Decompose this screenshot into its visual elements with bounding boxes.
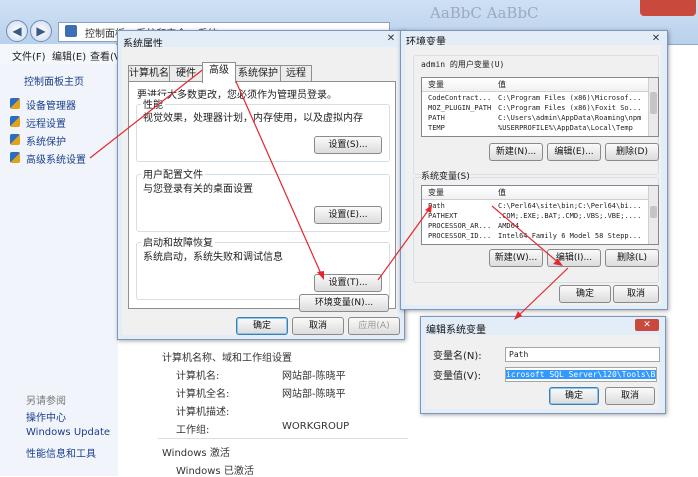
arrow-to-edit-button <box>491 205 561 265</box>
arrow-to-path <box>377 207 431 281</box>
arrow-head <box>317 271 324 280</box>
annotation-arrows <box>89 62 569 320</box>
arrow-head <box>425 205 432 213</box>
arrow-to-advanced-tab <box>89 63 211 159</box>
arrow-to-edit-dialog <box>515 267 569 319</box>
arrow-to-env-button <box>229 67 323 277</box>
arrow-head <box>514 311 522 320</box>
tab-advanced[interactable]: 高级 <box>202 62 236 83</box>
